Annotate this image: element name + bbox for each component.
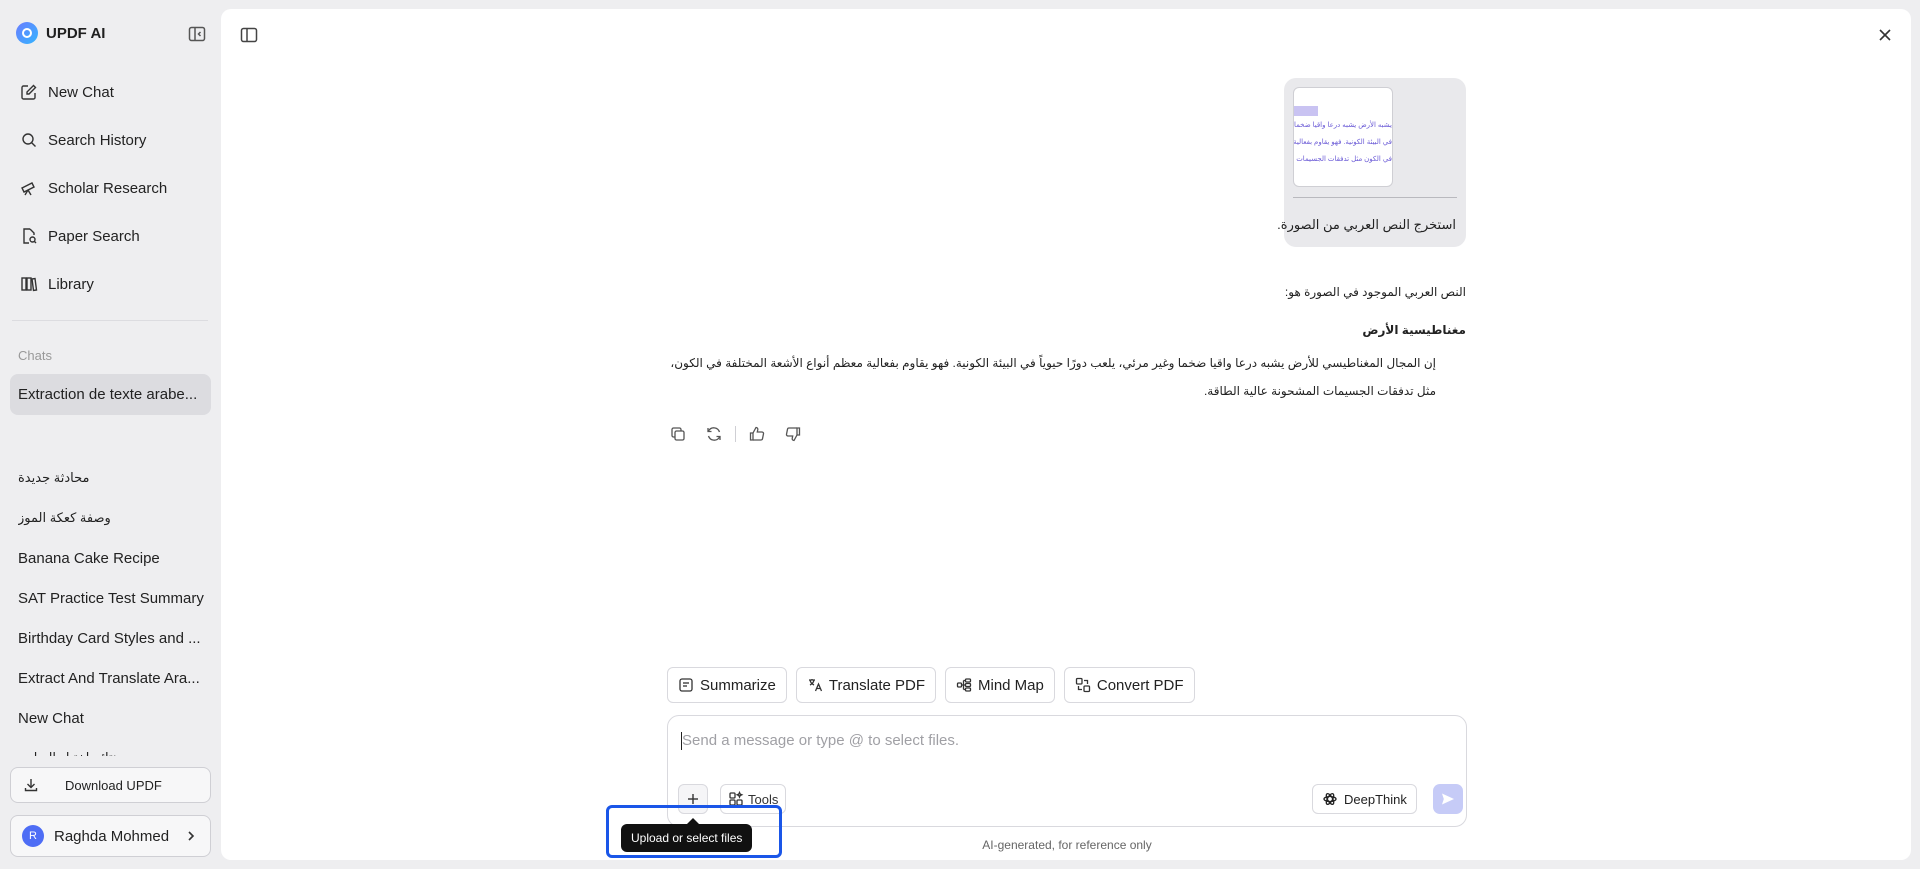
text-caret	[681, 732, 682, 750]
thumbnail-highlight	[1294, 106, 1318, 116]
reply-intro: النص العربي الموجود في الصورة هو:	[1284, 285, 1466, 299]
quick-actions: Summarize Translate PDF Mind Map Convert…	[667, 667, 1195, 703]
deepthink-button[interactable]: DeepThink	[1312, 784, 1417, 814]
user-message-text: استخرج النص العربي من الصورة.	[1277, 217, 1456, 232]
user-message: يشبه الأرض يشبه درعا واقيا ضخما في البيئ…	[1277, 78, 1466, 247]
nav-paper-search[interactable]: Paper Search	[10, 212, 210, 260]
nav-label: Paper Search	[48, 227, 140, 245]
nav-label: Scholar Research	[48, 179, 168, 197]
chat-panel: يشبه الأرض يشبه درعا واقيا ضخما في البيئ…	[221, 9, 1911, 860]
send-button[interactable]	[1433, 784, 1463, 814]
sidebar: UPDF AI New Chat Search History Scholar …	[0, 0, 220, 869]
document-search-icon	[20, 227, 38, 245]
download-updf-button[interactable]: Download UPDF	[10, 767, 211, 803]
tools-label: Tools	[748, 791, 779, 807]
summarize-button[interactable]: Summarize	[667, 667, 787, 703]
updf-logo-icon	[16, 22, 38, 44]
reply-heading: مغناطيسية الأرض	[1362, 323, 1466, 337]
chat-item[interactable]: SAT Practice Test Summary	[18, 578, 208, 618]
summarize-icon	[678, 677, 694, 693]
chat-item-active[interactable]: Extraction de texte arabe...	[10, 374, 211, 415]
message-composer: Tools DeepThink	[667, 715, 1467, 827]
nav-label: New Chat	[48, 83, 114, 101]
sidebar-divider	[12, 320, 208, 321]
download-icon	[23, 777, 39, 793]
reply-body: إن المجال المغناطيسي للأرض يشبه درعا واق…	[670, 356, 1436, 398]
chat-item[interactable]: New Chat	[18, 698, 208, 738]
mind-map-icon	[956, 677, 972, 693]
regenerate-icon[interactable]	[705, 425, 723, 443]
thumbnail-text-line: يشبه الأرض يشبه درعا واقيا ضخما	[1294, 122, 1392, 129]
thumbs-up-icon[interactable]	[748, 425, 766, 443]
avatar: R	[22, 825, 44, 847]
reply-actions	[669, 425, 820, 443]
translate-icon	[807, 677, 823, 693]
chat-item[interactable]: نتائج اختبار الرياض	[18, 738, 208, 756]
actions-divider	[735, 426, 736, 442]
nav-label: Search History	[48, 131, 147, 149]
nav-search-history[interactable]: Search History	[10, 116, 210, 164]
sidebar-nav: New Chat Search History Scholar Research…	[10, 68, 210, 308]
upload-tooltip: Upload or select files	[621, 824, 753, 852]
send-icon	[1440, 791, 1456, 807]
button-label: Mind Map	[978, 676, 1044, 694]
user-name: Raghda Mohmed	[54, 827, 170, 845]
button-label: Summarize	[700, 676, 776, 694]
chats-section-label: Chats	[18, 348, 52, 363]
user-profile-button[interactable]: R Raghda Mohmed	[10, 815, 211, 857]
brand[interactable]: UPDF AI	[16, 22, 105, 44]
nav-new-chat[interactable]: New Chat	[10, 68, 210, 116]
tools-button[interactable]: Tools	[720, 784, 787, 814]
telescope-icon	[20, 179, 38, 197]
deepthink-label: DeepThink	[1344, 791, 1407, 807]
close-icon[interactable]	[1875, 25, 1895, 45]
collapse-sidebar-icon[interactable]	[187, 24, 207, 44]
plus-icon	[686, 792, 700, 806]
edit-icon	[20, 83, 38, 101]
deepthink-icon	[1322, 791, 1338, 807]
chat-history-list: محادثة جديدة وصفة كعكة الموز Banana Cake…	[18, 458, 208, 756]
chat-item[interactable]: وصفة كعكة الموز	[18, 498, 208, 538]
chat-item[interactable]: محادثة جديدة	[18, 458, 208, 498]
chevron-right-icon	[184, 829, 198, 843]
nav-label: Library	[48, 275, 94, 293]
toggle-sidebar-icon[interactable]	[239, 25, 259, 45]
message-input[interactable]	[682, 732, 1442, 749]
thumbnail-text-line: في البيئة الكونية. فهو يقاوم بفعالية	[1293, 139, 1392, 146]
chat-item[interactable]: Birthday Card Styles and ...	[18, 618, 208, 658]
convert-icon	[1075, 677, 1091, 693]
brand-name: UPDF AI	[46, 24, 106, 42]
button-label: Convert PDF	[1096, 676, 1184, 694]
translate-pdf-button[interactable]: Translate PDF	[795, 667, 936, 703]
mind-map-button[interactable]: Mind Map	[945, 667, 1055, 703]
chat-item[interactable]: Extract And Translate Ara...	[18, 658, 208, 698]
image-attachment-thumbnail[interactable]: يشبه الأرض يشبه درعا واقيا ضخما في البيئ…	[1293, 87, 1393, 187]
ai-disclaimer: AI-generated, for reference only	[982, 838, 1152, 852]
nav-library[interactable]: Library	[10, 260, 210, 308]
tools-icon	[728, 791, 744, 807]
nav-scholar-research[interactable]: Scholar Research	[10, 164, 210, 212]
search-icon	[20, 131, 38, 149]
download-label: Download UPDF	[65, 777, 162, 793]
message-divider	[1293, 197, 1457, 198]
copy-icon[interactable]	[669, 425, 687, 443]
library-icon	[20, 275, 38, 293]
button-label: Translate PDF	[828, 676, 925, 694]
chat-item[interactable]: Banana Cake Recipe	[18, 538, 208, 578]
upload-files-button[interactable]	[678, 784, 708, 814]
convert-pdf-button[interactable]: Convert PDF	[1063, 667, 1195, 703]
thumbnail-text-line: في الكون مثل تدفقات الجسيمات ا	[1293, 156, 1392, 163]
thumbs-down-icon[interactable]	[784, 425, 802, 443]
